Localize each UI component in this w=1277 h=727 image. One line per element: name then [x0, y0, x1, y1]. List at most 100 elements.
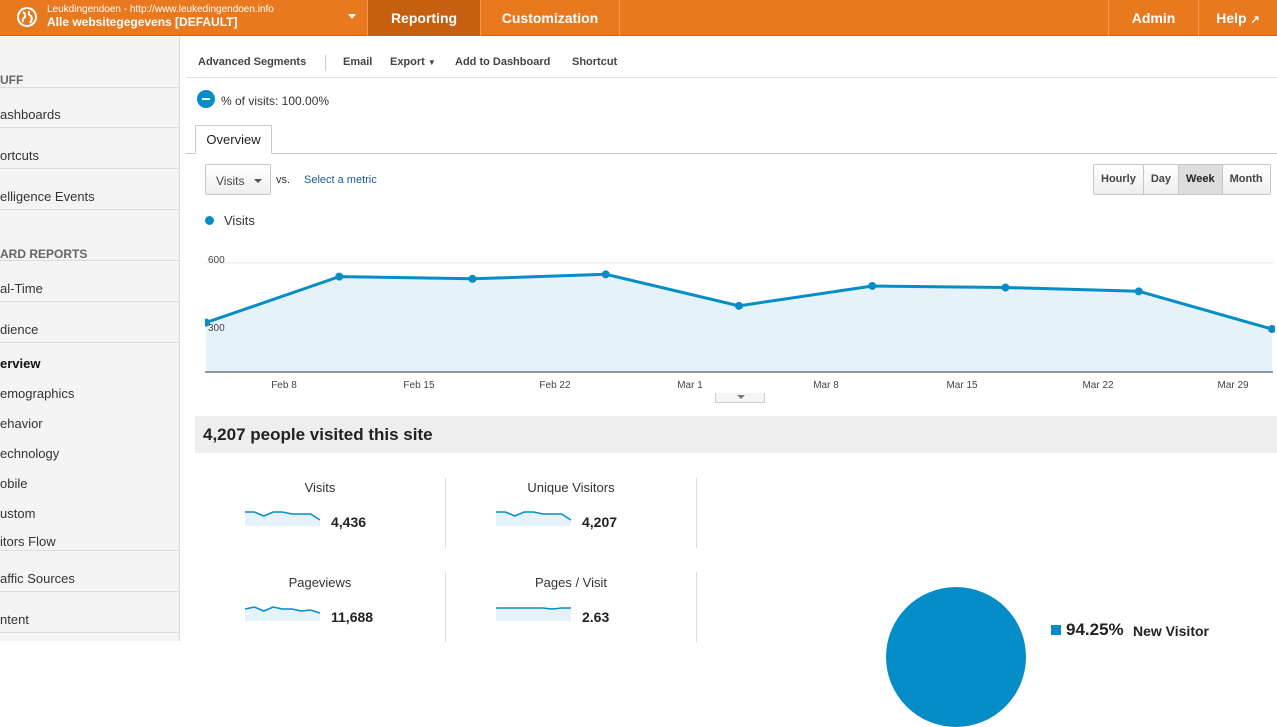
sidebar-item[interactable]: echnology	[0, 446, 179, 461]
sidebar-item[interactable]: ortcuts	[0, 148, 179, 163]
help-label: Help	[1216, 10, 1247, 26]
week-button[interactable]: Week	[1179, 165, 1223, 194]
x-tick-label: Mar 1	[677, 380, 703, 391]
export-label: Export	[390, 56, 425, 68]
x-tick-label: Feb 22	[539, 380, 571, 391]
x-tick-label: Feb 15	[403, 380, 435, 391]
data-point[interactable]	[1001, 283, 1010, 292]
sidebar-item[interactable]: affic Sources	[0, 571, 179, 586]
metric-cell: Unique Visitors 4,207	[446, 478, 696, 548]
sidebar-divider	[0, 87, 179, 88]
segment-percent: % of visits: 100.00%	[221, 94, 330, 108]
metric-label: Pageviews	[288, 575, 352, 590]
data-point[interactable]	[1134, 287, 1143, 296]
legend-label: Visits	[224, 213, 255, 228]
sidebar-section-heading: UFF	[0, 73, 24, 87]
advanced-segments-button[interactable]: Advanced Segments	[198, 56, 306, 68]
sidebar-divider	[0, 209, 179, 210]
data-point[interactable]	[468, 274, 477, 283]
tab-overview[interactable]: Overview	[195, 125, 272, 154]
x-tick-label: Mar 8	[813, 380, 839, 391]
sidebar-item[interactable]: ntent	[0, 612, 179, 627]
summary-headline: 4,207 people visited this site	[203, 425, 433, 444]
sidebar-divider	[0, 168, 179, 169]
chevron-down-icon	[254, 179, 262, 183]
sidebar-item[interactable]: erview	[0, 356, 179, 371]
summary-bar: 4,207 people visited this site	[195, 416, 1277, 453]
segment-indicator-icon[interactable]	[197, 90, 215, 108]
metric-label: Unique Visitors	[527, 480, 615, 495]
column-divider	[445, 572, 446, 642]
metric-cell: Pages / Visit 2.63	[446, 573, 696, 643]
sparkline-area	[496, 608, 571, 621]
sidebar-divider	[0, 127, 179, 128]
metric-value: 4,436	[331, 514, 367, 530]
tab-customization[interactable]: Customization	[480, 0, 620, 36]
report-main: Advanced Segments Email Export ▼ Add to …	[186, 37, 1277, 727]
data-point[interactable]	[735, 301, 743, 310]
chevron-down-icon: ▼	[427, 58, 436, 67]
metric-sparkline[interactable]	[496, 508, 571, 526]
new-vs-returning-pie[interactable]	[886, 587, 1026, 727]
help-link[interactable]: Help ↗	[1199, 0, 1277, 36]
add-to-dashboard-button[interactable]: Add to Dashboard	[455, 56, 550, 68]
metric-label: Visits	[304, 480, 336, 495]
toolbar-divider	[325, 55, 326, 71]
column-divider	[696, 572, 697, 642]
tab-reporting[interactable]: Reporting	[367, 0, 480, 36]
sidebar-item[interactable]: al-Time	[0, 281, 179, 296]
sidebar-item[interactable]: elligence Events	[0, 189, 179, 204]
day-button[interactable]: Day	[1144, 165, 1180, 194]
account-selector[interactable]: Leukdingendoen - http://www.leukedingend…	[0, 0, 367, 36]
shortcut-button[interactable]: Shortcut	[572, 56, 617, 68]
visits-line-chart[interactable]: 600 300 Feb 8 Feb 15 Feb 22 Mar 1 Mar 8 Mar 15 M…	[205, 227, 1275, 397]
sidebar-divider	[0, 632, 179, 633]
sidebar-divider	[0, 591, 179, 592]
sidebar-item[interactable]: obile	[0, 476, 179, 491]
metric-select-value: Visits	[216, 174, 245, 188]
data-point[interactable]	[601, 270, 610, 279]
tab-divider	[186, 153, 1277, 154]
metric-sparkline[interactable]	[245, 508, 320, 526]
metric-select[interactable]: Visits	[205, 164, 271, 195]
pie-percent: 94.25%	[1066, 620, 1124, 639]
select-metric-link[interactable]: Select a metric	[304, 174, 377, 186]
month-button[interactable]: Month	[1223, 165, 1270, 194]
sidebar-item[interactable]: ehavior	[0, 416, 179, 431]
metric-sparkline[interactable]	[245, 603, 320, 621]
account-name: Leukdingendoen - http://www.leukedingend…	[47, 4, 274, 15]
sidebar-divider	[0, 342, 179, 343]
sidebar-divider	[0, 301, 179, 302]
visits-area	[206, 274, 1272, 372]
hourly-button[interactable]: Hourly	[1094, 165, 1144, 194]
column-divider	[445, 478, 446, 548]
sidebar: UFF ashboards ortcuts elligence Events ARD R…	[0, 37, 180, 641]
collapse-chart-handle[interactable]	[715, 393, 765, 403]
external-link-icon: ↗	[1250, 14, 1260, 26]
data-point[interactable]	[868, 281, 877, 290]
x-tick-label: Feb 8	[271, 380, 297, 391]
metric-value: 4,207	[582, 514, 618, 530]
y-tick-label: 600	[208, 255, 225, 266]
chevron-down-icon[interactable]	[348, 14, 356, 19]
sidebar-item[interactable]: ustom	[0, 506, 179, 521]
sidebar-divider	[0, 550, 179, 551]
admin-link[interactable]: Admin	[1108, 0, 1199, 36]
report-toolbar: Advanced Segments Email Export ▼ Add to …	[186, 48, 1277, 78]
legend-marker	[205, 216, 214, 225]
column-divider	[696, 478, 697, 548]
sidebar-item[interactable]: dience	[0, 322, 179, 337]
sidebar-item[interactable]: ashboards	[0, 107, 179, 122]
sidebar-section-heading: ARD REPORTS	[0, 247, 88, 261]
x-tick-label: Mar 15	[946, 380, 978, 391]
metric-label: Pages / Visit	[534, 575, 608, 590]
metric-value: 11,688	[331, 609, 374, 625]
metric-sparkline[interactable]	[496, 603, 571, 621]
sidebar-item[interactable]: emographics	[0, 386, 179, 401]
y-tick-label: 300	[208, 323, 225, 334]
data-point[interactable]	[335, 272, 344, 281]
export-button[interactable]: Export ▼	[390, 56, 436, 68]
top-navigation-bar: Leukdingendoen - http://www.leukedingend…	[0, 0, 1277, 36]
email-button[interactable]: Email	[343, 56, 372, 68]
sidebar-item[interactable]: itors Flow	[0, 534, 179, 549]
